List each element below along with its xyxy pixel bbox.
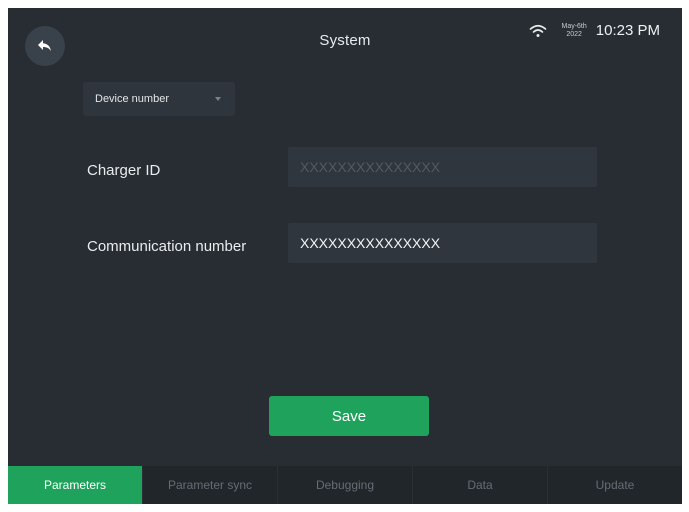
clock-time: 10:23 PM — [595, 22, 660, 39]
charger-id-input[interactable] — [288, 147, 597, 187]
tab-update[interactable]: Update — [547, 466, 682, 504]
save-button[interactable]: Save — [269, 396, 429, 436]
date-year: 2022 — [566, 30, 582, 38]
charger-id-label: Charger ID — [87, 162, 161, 179]
bottom-tab-bar: Parameters Parameter sync Debugging Data… — [8, 466, 682, 504]
wifi-icon — [529, 24, 547, 38]
tab-data[interactable]: Data — [412, 466, 547, 504]
communication-number-label: Communication number — [87, 238, 247, 255]
communication-number-input[interactable] — [288, 223, 597, 263]
dropdown-selected-value: Device number — [95, 93, 169, 105]
date-display: May-6th 2022 — [561, 23, 586, 39]
tab-parameter-sync[interactable]: Parameter sync — [142, 466, 277, 504]
status-bar: May-6th 2022 10:23 PM — [529, 22, 660, 39]
date-day: May-6th — [561, 22, 587, 30]
tab-parameters[interactable]: Parameters — [8, 466, 142, 504]
chevron-down-icon — [215, 97, 221, 101]
tab-debugging[interactable]: Debugging — [277, 466, 412, 504]
system-screen: System May-6th 2022 10:23 PM Device numb… — [8, 8, 682, 504]
device-number-dropdown[interactable]: Device number — [83, 82, 235, 116]
